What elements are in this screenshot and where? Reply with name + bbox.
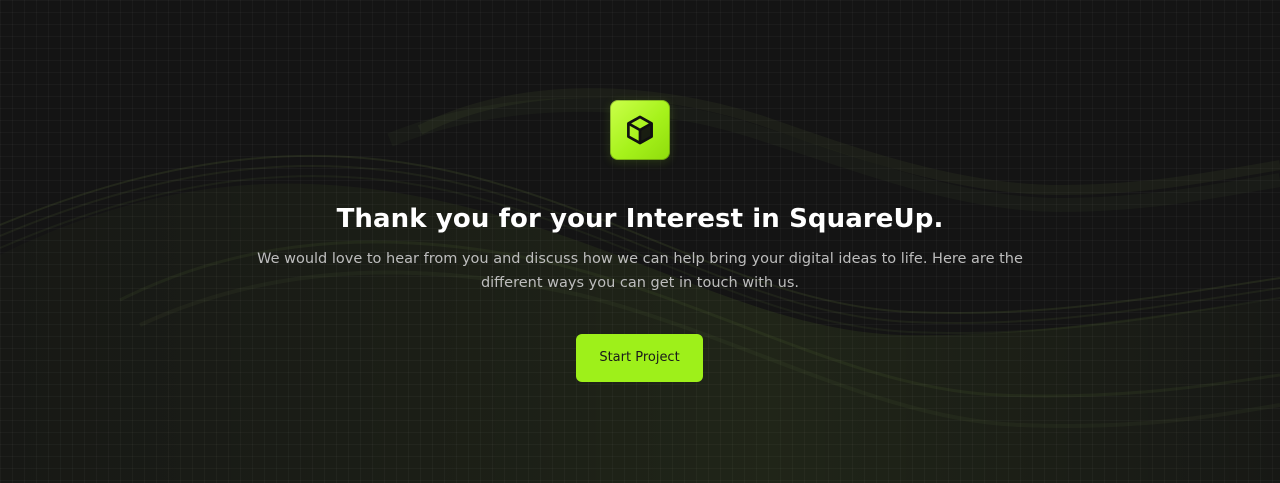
hero-description: We would love to hear from you and discu… <box>257 251 1023 291</box>
start-project-button[interactable]: Start Project <box>576 334 703 382</box>
hero-content: Thank you for your Interest in SquareUp.… <box>0 0 1280 483</box>
contact-hero-section: Thank you for your Interest in SquareUp.… <box>0 0 1280 483</box>
cube-icon <box>627 115 653 145</box>
page-title: Thank you for your Interest in SquareUp. <box>336 204 944 234</box>
squareup-logo-badge <box>610 100 670 160</box>
